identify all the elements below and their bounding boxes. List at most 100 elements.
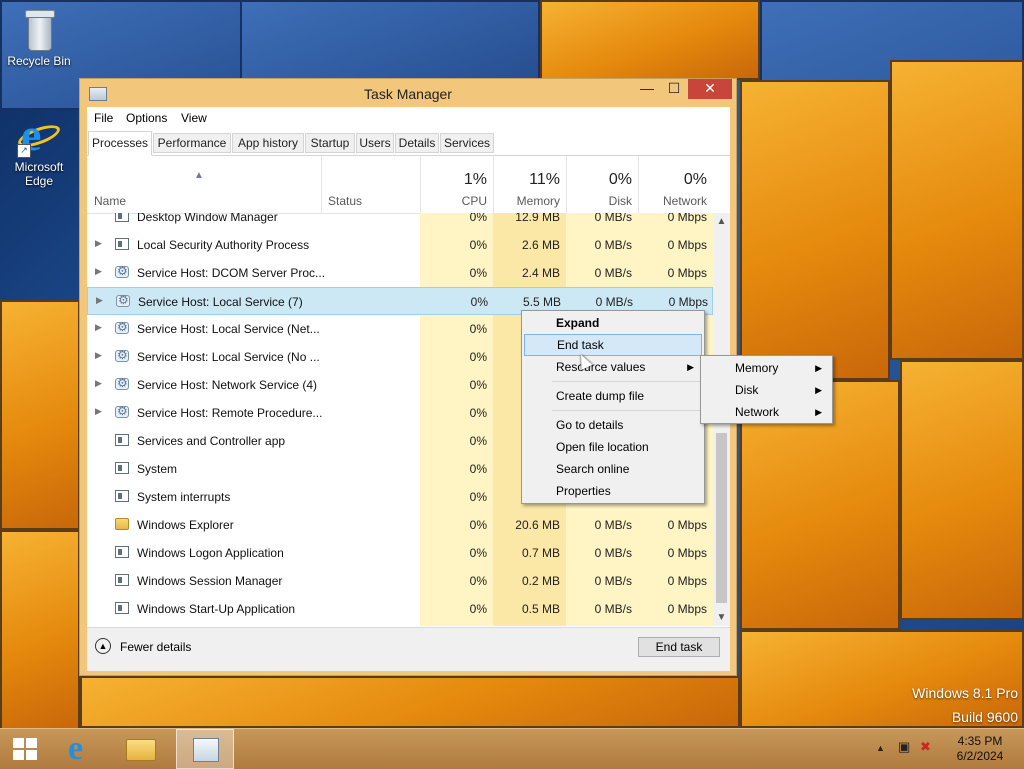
column-cpu-label: CPU (461, 194, 487, 208)
table-row[interactable]: ▶ Local Security Authority Process 0% 2.6 M… (87, 231, 713, 259)
column-status[interactable]: Status (321, 156, 420, 213)
tab-details[interactable]: Details (395, 133, 439, 153)
expand-chevron-icon[interactable]: ▶ (95, 322, 102, 333)
volume-muted-icon[interactable]: ✖ (920, 739, 931, 755)
process-name: Local Security Authority Process (137, 238, 310, 252)
taskbar-internet-explorer[interactable]: e (56, 729, 108, 769)
end-task-button[interactable]: End task (638, 637, 720, 657)
wallpaper-pane (0, 530, 80, 728)
process-cpu: 0% (469, 350, 487, 364)
scroll-up-icon[interactable]: ▲ (713, 213, 730, 230)
process-network: 0 Mbps (667, 546, 707, 560)
expand-chevron-icon[interactable]: ▶ (95, 406, 102, 417)
taskbar-task-manager[interactable] (176, 729, 234, 769)
menu-item-expand[interactable]: Expand (524, 312, 702, 334)
table-row[interactable]: ▶ Service Host: DCOM Server Proc... 0% 2.4 … (87, 259, 713, 287)
expand-chevron-icon[interactable]: ▶ (96, 295, 103, 306)
menu-item-end-task[interactable]: End task (524, 334, 702, 356)
tab-startup[interactable]: Startup (305, 133, 355, 153)
tab-performance[interactable]: Performance (153, 133, 231, 153)
table-row[interactable]: Windows Logon Application 0% 0.7 MB 0 MB/s 0… (87, 539, 713, 567)
submenu-arrow-icon: ▶ (815, 363, 822, 373)
menu-file[interactable]: File (94, 111, 113, 125)
fewer-details-link[interactable]: Fewer details (120, 640, 191, 654)
desktop-icon-microsoft-edge[interactable]: e ↗ Microsoft Edge (1, 110, 77, 189)
tab-services[interactable]: Services (440, 133, 494, 153)
tab-app-history[interactable]: App history (232, 133, 304, 153)
system-clock[interactable]: 4:35 PM 6/2/2024 (940, 734, 1020, 764)
scrollbar-thumb[interactable] (716, 433, 727, 603)
expand-chevron-icon[interactable]: ▶ (95, 350, 102, 361)
menu-options[interactable]: Options (126, 111, 167, 125)
wallpaper-pane (80, 676, 740, 728)
network-icon[interactable]: ▣ (898, 739, 910, 755)
expand-chevron-icon[interactable]: ▶ (95, 378, 102, 389)
service-gear-icon (115, 264, 129, 278)
column-disk[interactable]: 0% Disk (566, 156, 638, 213)
menu-item-resource-values[interactable]: Resource values ▶ (524, 356, 702, 378)
desktop-icon-label: Microsoft (14, 160, 64, 174)
disk-total: 0% (608, 171, 632, 188)
expand-chevron-icon[interactable]: ▶ (95, 266, 102, 277)
process-memory: 5.5 MB (522, 295, 561, 309)
close-button[interactable]: ✕ (688, 79, 732, 99)
menu-item-create-dump-file[interactable]: Create dump file (524, 385, 702, 407)
app-window-icon (115, 213, 129, 222)
process-memory: 2.4 MB (521, 266, 560, 280)
menu-item-properties[interactable]: Properties (524, 480, 702, 502)
process-cpu: 0% (469, 406, 487, 420)
process-network: 0 Mbps (667, 518, 707, 532)
table-row[interactable]: Windows Explorer 0% 20.6 MB 0 MB/s 0 Mbps (87, 511, 713, 539)
table-row[interactable]: Windows Start-Up Application 0% 0.5 MB 0 MB… (87, 595, 713, 623)
tab-processes[interactable]: Processes (88, 131, 152, 156)
table-row[interactable]: Windows Session Manager 0% 0.2 MB 0 MB/s 0 M… (87, 567, 713, 595)
service-gear-icon (115, 348, 129, 362)
process-network: 0 Mbps (667, 266, 707, 280)
tab-users[interactable]: Users (356, 133, 394, 153)
process-cpu: 0% (469, 546, 487, 560)
column-name[interactable]: Name (87, 156, 321, 213)
process-cpu: 0% (469, 266, 487, 280)
process-cpu: 0% (469, 322, 487, 336)
process-network: 0 Mbps (667, 602, 707, 616)
process-disk: 0 MB/s (594, 602, 632, 616)
process-name: Services and Controller app (137, 434, 286, 448)
show-hidden-icons-icon[interactable]: ▲ (876, 743, 885, 753)
menu-item-search-online[interactable]: Search online (524, 458, 702, 480)
desktop-icon-recycle-bin[interactable]: Recycle Bin (1, 8, 77, 68)
process-cpu: 0% (469, 434, 487, 448)
resource-values-submenu: Memory ▶ Disk ▶ Network ▶ (700, 355, 833, 424)
wallpaper-pane (0, 300, 80, 530)
table-row[interactable]: Desktop Window Manager 0% 12.9 MB 0 MB/s 0 M… (87, 213, 713, 231)
taskbar-file-explorer[interactable] (116, 729, 168, 769)
wallpaper-pane (900, 360, 1024, 620)
process-cpu: 0% (469, 602, 487, 616)
column-cpu[interactable]: 1% CPU (420, 156, 493, 213)
menu-view[interactable]: View (181, 111, 207, 125)
column-memory[interactable]: 11% Memory (493, 156, 566, 213)
expand-chevron-icon[interactable]: ▶ (95, 238, 102, 249)
minimize-button[interactable]: — (634, 79, 660, 99)
column-network[interactable]: 0% Network (638, 156, 713, 213)
menu-item-open-file-location[interactable]: Open file location (524, 436, 702, 458)
chevron-up-icon[interactable]: ▲ (95, 638, 111, 654)
menu-item-go-to-details[interactable]: Go to details (524, 414, 702, 436)
process-network: 0 Mbps (667, 213, 707, 224)
footer-bar: ▲ Fewer details End task (87, 627, 730, 671)
column-network-label: Network (662, 194, 707, 208)
start-button[interactable] (0, 729, 52, 769)
submenu-item-memory[interactable]: Memory ▶ (703, 357, 830, 379)
service-gear-icon (115, 376, 129, 390)
title-bar[interactable]: Task Manager — ☐ ✕ (80, 79, 736, 107)
process-memory: 2.6 MB (521, 238, 560, 252)
app-window-icon (115, 602, 129, 614)
maximize-button[interactable]: ☐ (661, 79, 687, 99)
submenu-item-network[interactable]: Network ▶ (703, 401, 830, 423)
process-cpu: 0% (469, 378, 487, 392)
menu-item-label: Network (735, 405, 780, 419)
scroll-down-icon[interactable]: ▼ (713, 609, 730, 626)
process-network: 0 Mbps (667, 574, 707, 588)
submenu-item-disk[interactable]: Disk ▶ (703, 379, 830, 401)
desktop-icon-label: Recycle Bin (7, 54, 71, 68)
app-window-icon (115, 462, 129, 474)
